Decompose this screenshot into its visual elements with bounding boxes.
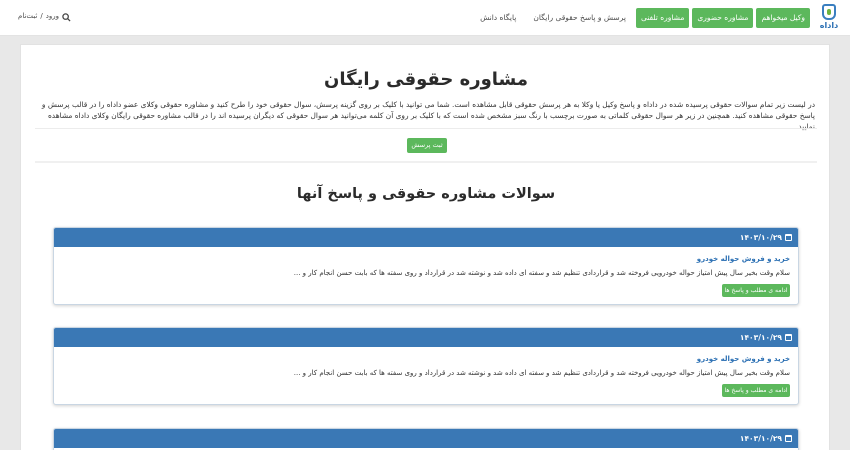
- logo-icon: [822, 4, 836, 20]
- auth-links: ورود / ثبت‌نام: [18, 12, 59, 20]
- signup-link[interactable]: ثبت‌نام: [18, 12, 37, 20]
- nav-in-person-button[interactable]: مشاوره حضوری: [692, 8, 754, 28]
- question-date: ۱۴۰۳/۱۰/۲۹: [739, 233, 782, 242]
- question-snippet: سلام وقت بخیر سال پیش امتیاز حواله خودرو…: [293, 369, 790, 377]
- calendar-icon: [785, 334, 792, 341]
- site-logo[interactable]: داداه: [816, 4, 842, 32]
- auth-separator: /: [40, 12, 43, 20]
- calendar-icon: [785, 435, 792, 442]
- divider: [35, 128, 817, 129]
- question-card-header: ۱۴۰۳/۱۰/۲۹: [54, 328, 798, 347]
- login-link[interactable]: ورود: [46, 12, 59, 20]
- calendar-icon: [785, 234, 792, 241]
- nav-knowledge-base-link[interactable]: پایگاه دانش: [473, 8, 523, 28]
- question-card: ۱۴۰۳/۱۰/۲۹ خرید و فروش حواله خودرو سلام …: [53, 227, 799, 305]
- question-card-header: ۱۴۰۳/۱۰/۲۹: [54, 429, 798, 448]
- search-icon[interactable]: [62, 13, 71, 22]
- page-title: مشاوره حقوقی رایگان: [323, 69, 529, 90]
- ask-question-button[interactable]: ثبت پرسش: [407, 138, 447, 153]
- section-title: سوالات مشاوره حقوقی و پاسخ آنها: [296, 186, 556, 202]
- top-navbar: داداه وکیل میخواهم مشاوره حضوری مشاوره ت…: [0, 0, 850, 36]
- question-title-link[interactable]: خرید و فروش حواله خودرو: [697, 255, 790, 263]
- question-title-link[interactable]: خرید و فروش حواله خودرو: [697, 355, 790, 363]
- question-card: ۱۴۰۳/۱۰/۲۹ خرید و فروش حواله خودرو سلام …: [53, 327, 799, 405]
- main-card: مشاوره حقوقی رایگان در لیست زیر تمام سوا…: [20, 44, 830, 450]
- read-more-button[interactable]: ادامه ی مطلب و پاسخ ها ...: [722, 284, 790, 304]
- question-date: ۱۴۰۳/۱۰/۲۹: [739, 333, 782, 342]
- question-snippet: سلام وقت بخیر سال پیش امتیاز حواله خودرو…: [293, 269, 790, 277]
- nav-free-qa-link[interactable]: پرسش و پاسخ حقوقی رایگان: [526, 8, 633, 28]
- question-card-header: ۱۴۰۳/۱۰/۲۹: [54, 228, 798, 247]
- question-date: ۱۴۰۳/۱۰/۲۹: [739, 434, 782, 443]
- nav-phone-button[interactable]: مشاوره تلفنی: [635, 8, 690, 28]
- divider: [35, 161, 817, 163]
- question-card: ۱۴۰۳/۱۰/۲۹: [53, 428, 799, 450]
- main-nav: وکیل میخواهم مشاوره حضوری مشاوره تلفنی پ…: [473, 8, 810, 28]
- read-more-button[interactable]: ادامه ی مطلب و پاسخ ها ...: [722, 384, 790, 404]
- logo-text: داداه: [819, 21, 839, 30]
- nav-lawyer-button[interactable]: وکیل میخواهم: [756, 8, 810, 28]
